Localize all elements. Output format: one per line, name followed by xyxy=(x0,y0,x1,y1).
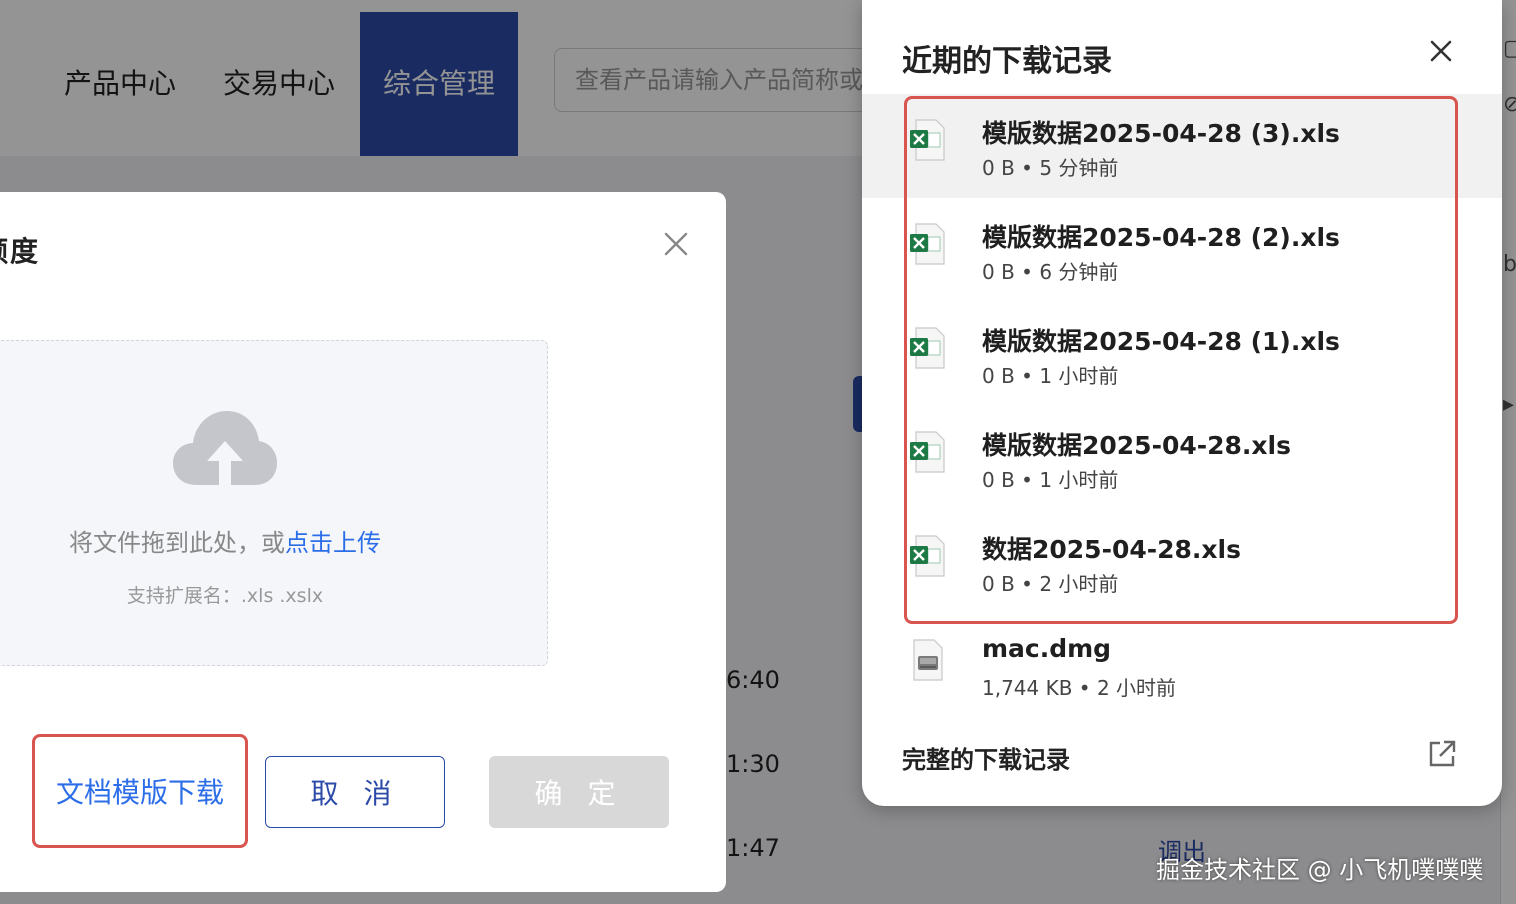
external-link-icon[interactable] xyxy=(1426,738,1458,770)
dialog-title: 额度 xyxy=(0,235,41,268)
excel-file-icon xyxy=(910,119,945,161)
download-item[interactable]: mac.dmg 1,744 KB • 2 小时前 xyxy=(862,614,1502,718)
download-file-meta: 0 B • 1 小时前 xyxy=(982,468,1119,492)
download-item[interactable]: 模版数据2025-04-28.xls 0 B • 1 小时前 xyxy=(862,406,1502,510)
download-file-name: 模版数据2025-04-28 (3).xls xyxy=(982,119,1340,148)
downloads-popup: 近期的下载记录 模版数据2025-04-28 (3).xls 0 B • 5 分… xyxy=(862,0,1502,806)
download-file-meta: 0 B • 2 小时前 xyxy=(982,572,1119,596)
close-icon[interactable] xyxy=(660,228,692,260)
download-item[interactable]: 模版数据2025-04-28 (1).xls 0 B • 1 小时前 xyxy=(862,302,1502,406)
download-file-name: 模版数据2025-04-28 (2).xls xyxy=(982,223,1340,252)
download-file-name: 模版数据2025-04-28.xls xyxy=(982,431,1291,460)
download-item[interactable]: 模版数据2025-04-28 (2).xls 0 B • 6 分钟前 xyxy=(862,198,1502,302)
download-item[interactable]: 模版数据2025-04-28 (3).xls 0 B • 5 分钟前 xyxy=(862,94,1502,198)
cancel-button[interactable]: 取 消 xyxy=(265,756,445,828)
download-file-meta: 0 B • 1 小时前 xyxy=(982,364,1119,388)
download-file-meta: 0 B • 5 分钟前 xyxy=(982,156,1119,180)
excel-file-icon xyxy=(910,223,945,265)
upload-extension-hint: 支持扩展名：.xls .xslx xyxy=(126,585,324,607)
full-download-history-link[interactable]: 完整的下载记录 xyxy=(902,740,1070,775)
download-file-name: mac.dmg xyxy=(982,634,1112,663)
watermark: 掘金技术社区 @ 小飞机噗噗噗 xyxy=(1156,856,1484,884)
upload-prompt: 将文件拖到此处，或点击上传 xyxy=(0,523,469,558)
disk-image-file-icon xyxy=(913,639,943,681)
download-list: 模版数据2025-04-28 (3).xls 0 B • 5 分钟前 模版数据2… xyxy=(862,94,1502,718)
click-to-upload-link[interactable]: 点击上传 xyxy=(285,529,381,557)
template-download-button[interactable]: 文档模版下载 xyxy=(32,734,248,848)
excel-file-icon xyxy=(910,535,945,577)
downloads-title: 近期的下载记录 xyxy=(902,44,1112,79)
close-icon[interactable] xyxy=(1426,36,1456,66)
upload-drop-zone[interactable]: 将文件拖到此处，或点击上传 支持扩展名：.xls .xslx xyxy=(0,340,548,666)
confirm-button[interactable]: 确 定 xyxy=(489,756,669,828)
download-item[interactable]: 数据2025-04-28.xls 0 B • 2 小时前 xyxy=(862,510,1502,614)
cloud-upload-icon xyxy=(173,411,277,485)
download-file-name: 数据2025-04-28.xls xyxy=(982,535,1241,564)
excel-file-icon xyxy=(910,327,945,369)
download-file-meta: 1,744 KB • 2 小时前 xyxy=(982,676,1177,700)
upload-dialog: 额度 将文件拖到此处，或点击上传 支持扩展名：.xls .xslx 文档模版下载… xyxy=(0,192,726,892)
download-file-meta: 0 B • 6 分钟前 xyxy=(982,260,1119,284)
excel-file-icon xyxy=(910,431,945,473)
upload-prompt-text: 将文件拖到此处，或 xyxy=(69,529,285,557)
download-file-name: 模版数据2025-04-28 (1).xls xyxy=(982,327,1340,356)
